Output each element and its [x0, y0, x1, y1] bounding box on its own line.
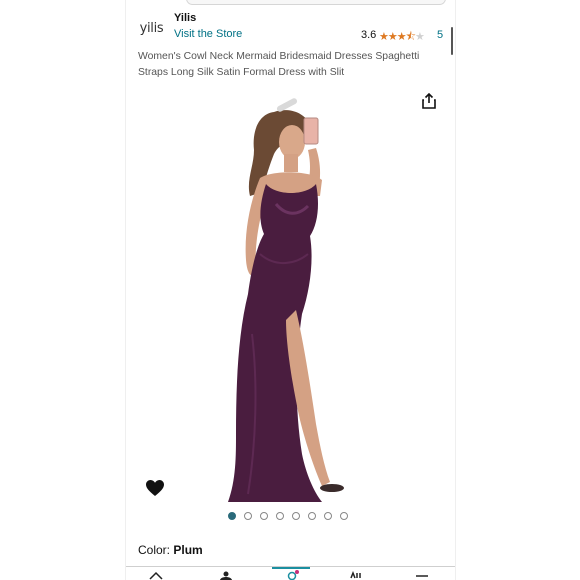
heart-icon	[146, 480, 164, 496]
share-button[interactable]	[416, 88, 442, 114]
rating-stars[interactable]: ★★★⯪★	[379, 28, 425, 47]
color-label: Color:	[138, 543, 171, 557]
nav-active-indicator	[272, 567, 310, 569]
brand-name: Yilis	[174, 12, 197, 24]
carousel-dot[interactable]	[324, 512, 332, 520]
carousel-dot[interactable]	[244, 512, 252, 520]
product-image-carousel[interactable]	[126, 84, 455, 502]
product-title: Women's Cowl Neck Mermaid Bridesmaid Dre…	[138, 51, 420, 78]
scroll-indicator	[451, 27, 453, 55]
star-icon: ★	[396, 31, 407, 43]
carousel-dot[interactable]	[228, 512, 236, 520]
neck-shape	[284, 154, 298, 172]
color-selection: Color: Plum	[138, 543, 203, 557]
profile-icon[interactable]	[218, 570, 234, 580]
rating-value: 3.6	[361, 29, 377, 41]
shoe	[320, 484, 344, 492]
dress-shape	[228, 184, 322, 502]
share-icon	[422, 93, 436, 109]
carousel-dots	[228, 512, 348, 522]
color-value: Plum	[173, 543, 203, 557]
bottom-navigation	[126, 566, 455, 580]
face-shape	[279, 125, 305, 159]
carousel-dot[interactable]	[308, 512, 316, 520]
carousel-dot[interactable]	[276, 512, 284, 520]
product-photo	[228, 98, 344, 502]
cart-icon[interactable]	[284, 570, 300, 580]
store-header: yilis Yilis Visit the Store 3.6 ★★★⯪★ 5	[126, 11, 455, 55]
carousel-dot[interactable]	[260, 512, 268, 520]
review-count-link[interactable]: 5	[437, 29, 443, 41]
right-margin	[456, 0, 580, 580]
search-bar-edge[interactable]	[186, 0, 446, 5]
wishlist-button[interactable]	[143, 476, 167, 500]
screenshot-stage: yilis Yilis Visit the Store 3.6 ★★★⯪★ 5 …	[0, 0, 580, 580]
carousel-dot[interactable]	[292, 512, 300, 520]
product-page: yilis Yilis Visit the Store 3.6 ★★★⯪★ 5 …	[125, 0, 456, 580]
brand-logo-text: yilis	[139, 21, 164, 36]
account-icon[interactable]	[348, 570, 364, 580]
home-icon[interactable]	[148, 570, 164, 580]
menu-icon[interactable]	[414, 570, 430, 580]
star-icon: ★	[387, 31, 398, 43]
left-margin	[0, 0, 125, 580]
star-icon: ★	[379, 31, 389, 43]
half-star-icon: ⯪	[405, 31, 416, 43]
brand-logo[interactable]: yilis	[136, 13, 167, 44]
phone-in-hand	[303, 117, 319, 145]
visit-store-link[interactable]: Visit the Store	[174, 28, 242, 40]
empty-star-icon: ★	[415, 31, 425, 43]
carousel-dot[interactable]	[340, 512, 348, 520]
